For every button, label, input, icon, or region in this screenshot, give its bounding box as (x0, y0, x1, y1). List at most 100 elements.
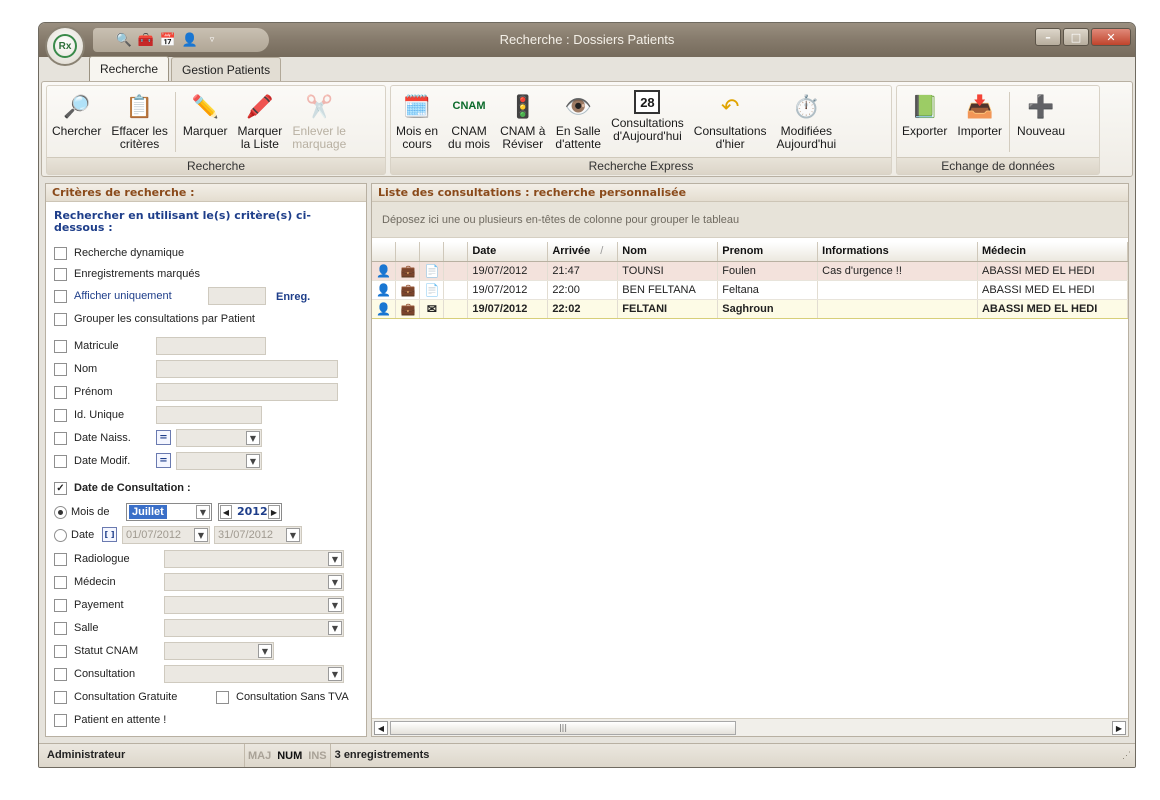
salle-checkbox[interactable]: Salle (54, 620, 98, 636)
modifiees-aujourdhui-button[interactable]: ⏱️ Modifiées Aujourd'hui (772, 86, 842, 158)
prenom-input[interactable] (156, 383, 338, 401)
user-icon[interactable]: 👤 (181, 31, 199, 49)
marked-records-checkbox[interactable]: Enregistrements marqués (54, 266, 200, 282)
table-row[interactable]: 👤 💼 📄 19/07/2012 21:47 TOUNSI Foulen Cas… (372, 261, 1129, 281)
close-button[interactable]: ✕ (1091, 28, 1131, 46)
scroll-left-icon[interactable]: ◀ (374, 721, 388, 735)
date-naiss-select[interactable]: ▼ (176, 429, 262, 447)
payement-select[interactable]: ▼ (164, 596, 344, 614)
id-unique-checkbox[interactable]: Id. Unique (54, 407, 124, 423)
scroll-thumb[interactable]: ||| (390, 721, 736, 735)
consultation-sans-tva-checkbox[interactable]: Consultation Sans TVA (216, 689, 349, 705)
consultation-checkbox[interactable]: Consultation (54, 666, 135, 682)
chevron-down-icon: ▼ (328, 598, 342, 612)
date-range-icon[interactable]: [ ] (102, 527, 117, 542)
mois-en-cours-button[interactable]: 🗓️ Mois en cours (391, 86, 443, 158)
prev-year-icon[interactable]: ◀ (220, 505, 232, 519)
col-arrivee[interactable]: Arrivée / (547, 242, 619, 262)
consultation-select[interactable]: ▼ (164, 665, 344, 683)
group-by-drop-area[interactable]: Déposez ici une ou plusieurs en-têtes de… (372, 202, 1128, 238)
title-bar[interactable]: Recherche : Dossiers Patients 🔍 🧰 📅 👤 ▿ … (39, 23, 1135, 57)
status-bar: Administrateur MAJ NUM INS 3 enregistrem… (39, 743, 1135, 767)
cnam-du-mois-button[interactable]: CNAM CNAM du mois (443, 86, 495, 158)
matricule-checkbox[interactable]: Matricule (54, 338, 119, 354)
date-from-select[interactable]: 01/07/2012 ▼ (122, 526, 210, 544)
nom-input[interactable] (156, 360, 338, 378)
prenom-checkbox[interactable]: Prénom (54, 384, 113, 400)
date-naiss-operator[interactable]: = (156, 430, 171, 445)
consultations-hier-button[interactable]: ↶ Consultations d'hier (689, 86, 772, 158)
medecin-select[interactable]: ▼ (164, 573, 344, 591)
date-consultation-checkbox[interactable]: ✓ Date de Consultation : (54, 480, 191, 496)
horizontal-scrollbar[interactable]: ◀ ||| ▶ (372, 718, 1128, 736)
document-icon: 📄 (419, 280, 445, 300)
col-doc-icon[interactable] (419, 242, 445, 262)
next-year-icon[interactable]: ▶ (268, 505, 280, 519)
table-row[interactable]: 👤 💼 ✉ 19/07/2012 22:02 FELTANI Saghroun … (372, 299, 1129, 319)
col-prenom[interactable]: Prenom (717, 242, 819, 262)
briefcase-icon: 💼 (395, 299, 421, 319)
minimize-button[interactable]: – (1035, 28, 1061, 46)
payement-checkbox[interactable]: Payement (54, 597, 124, 613)
customize-dropdown-icon[interactable]: ▿ (203, 31, 221, 49)
col-blank[interactable] (443, 242, 469, 262)
patient-en-attente-checkbox[interactable]: Patient en attente ! (54, 712, 166, 728)
afficher-uniquement-checkbox[interactable]: Afficher uniquement (54, 288, 172, 304)
col-medecin[interactable]: Médecin (977, 242, 1129, 262)
tools-icon[interactable]: 🧰 (137, 31, 155, 49)
exporter-button[interactable]: 📗 Exporter (897, 86, 952, 158)
statut-cnam-checkbox[interactable]: Statut CNAM (54, 643, 138, 659)
table-row[interactable]: 👤 💼 📄 19/07/2012 22:00 BEN FELTANA Felta… (372, 280, 1129, 300)
salle-select[interactable]: ▼ (164, 619, 344, 637)
marquer-button[interactable]: ✏️ Marquer (178, 86, 233, 158)
calendar-icon[interactable]: 📅 (159, 31, 177, 49)
col-patient-icon[interactable] (372, 242, 397, 262)
scroll-right-icon[interactable]: ▶ (1112, 721, 1126, 735)
nom-checkbox[interactable]: Nom (54, 361, 97, 377)
en-salle-attente-button[interactable]: 👁️ En Salle d'attente (550, 86, 606, 158)
excel-import-icon: 📥 (966, 93, 994, 119)
main-window: Recherche : Dossiers Patients 🔍 🧰 📅 👤 ▿ … (38, 22, 1136, 768)
effacer-criteres-button[interactable]: 📋 Effacer les critères (106, 86, 172, 158)
cnam-a-reviser-button[interactable]: 🚦 CNAM à Réviser (495, 86, 550, 158)
group-by-patient-checkbox[interactable]: Grouper les consultations par Patient (54, 311, 255, 327)
chevron-down-icon: ▼ (286, 528, 300, 542)
afficher-count-input[interactable] (208, 287, 266, 305)
date-to-select[interactable]: 31/07/2012 ▼ (214, 526, 302, 544)
date-modif-checkbox[interactable]: Date Modif. (54, 453, 130, 469)
chevron-down-icon: ▼ (194, 528, 208, 542)
tab-gestion-patients[interactable]: Gestion Patients (171, 57, 282, 81)
matricule-input[interactable] (156, 337, 266, 355)
tab-recherche[interactable]: Recherche (89, 56, 170, 81)
radiologue-checkbox[interactable]: Radiologue (54, 551, 130, 567)
marquer-liste-button[interactable]: 🖍️ Marquer la Liste (233, 86, 288, 158)
app-menu-button[interactable]: Rx (45, 26, 85, 66)
search-icon[interactable]: 🔍 (115, 31, 133, 49)
date-modif-operator[interactable]: = (156, 453, 171, 468)
date-modif-select[interactable]: ▼ (176, 452, 262, 470)
mois-de-radio[interactable]: Mois de (54, 504, 110, 520)
id-unique-input[interactable] (156, 406, 262, 424)
maximize-button[interactable]: □ (1063, 28, 1089, 46)
resize-grip-icon[interactable]: ⋰ (1122, 750, 1131, 761)
chercher-button[interactable]: 🔎 Chercher (47, 86, 106, 158)
date-radio[interactable]: Date (54, 527, 94, 543)
col-folder-icon[interactable] (395, 242, 421, 262)
col-date[interactable]: Date (467, 242, 549, 262)
dynamic-search-checkbox[interactable]: Recherche dynamique (54, 245, 184, 261)
month-select[interactable]: Juillet ▼ (126, 503, 212, 521)
nouveau-button[interactable]: ➕ Nouveau (1012, 86, 1070, 158)
medecin-checkbox[interactable]: Médecin (54, 574, 116, 590)
col-informations[interactable]: Informations (817, 242, 978, 262)
consultations-aujourdhui-button[interactable]: 28 Consultations d'Aujourd'hui (606, 86, 689, 158)
radiologue-select[interactable]: ▼ (164, 550, 344, 568)
group-label-recherche: Recherche (47, 157, 385, 174)
enlever-marquage-button[interactable]: ✂️ Enlever le marquage (287, 86, 351, 158)
date-naiss-checkbox[interactable]: Date Naiss. (54, 430, 131, 446)
patient-icon: 👤 (372, 261, 397, 281)
importer-button[interactable]: 📥 Importer (952, 86, 1007, 158)
consultation-gratuite-checkbox[interactable]: Consultation Gratuite (54, 689, 177, 705)
col-nom[interactable]: Nom (617, 242, 719, 262)
year-spinner[interactable]: ◀ 2012 ▶ (218, 503, 282, 521)
statut-cnam-select[interactable]: ▼ (164, 642, 274, 660)
